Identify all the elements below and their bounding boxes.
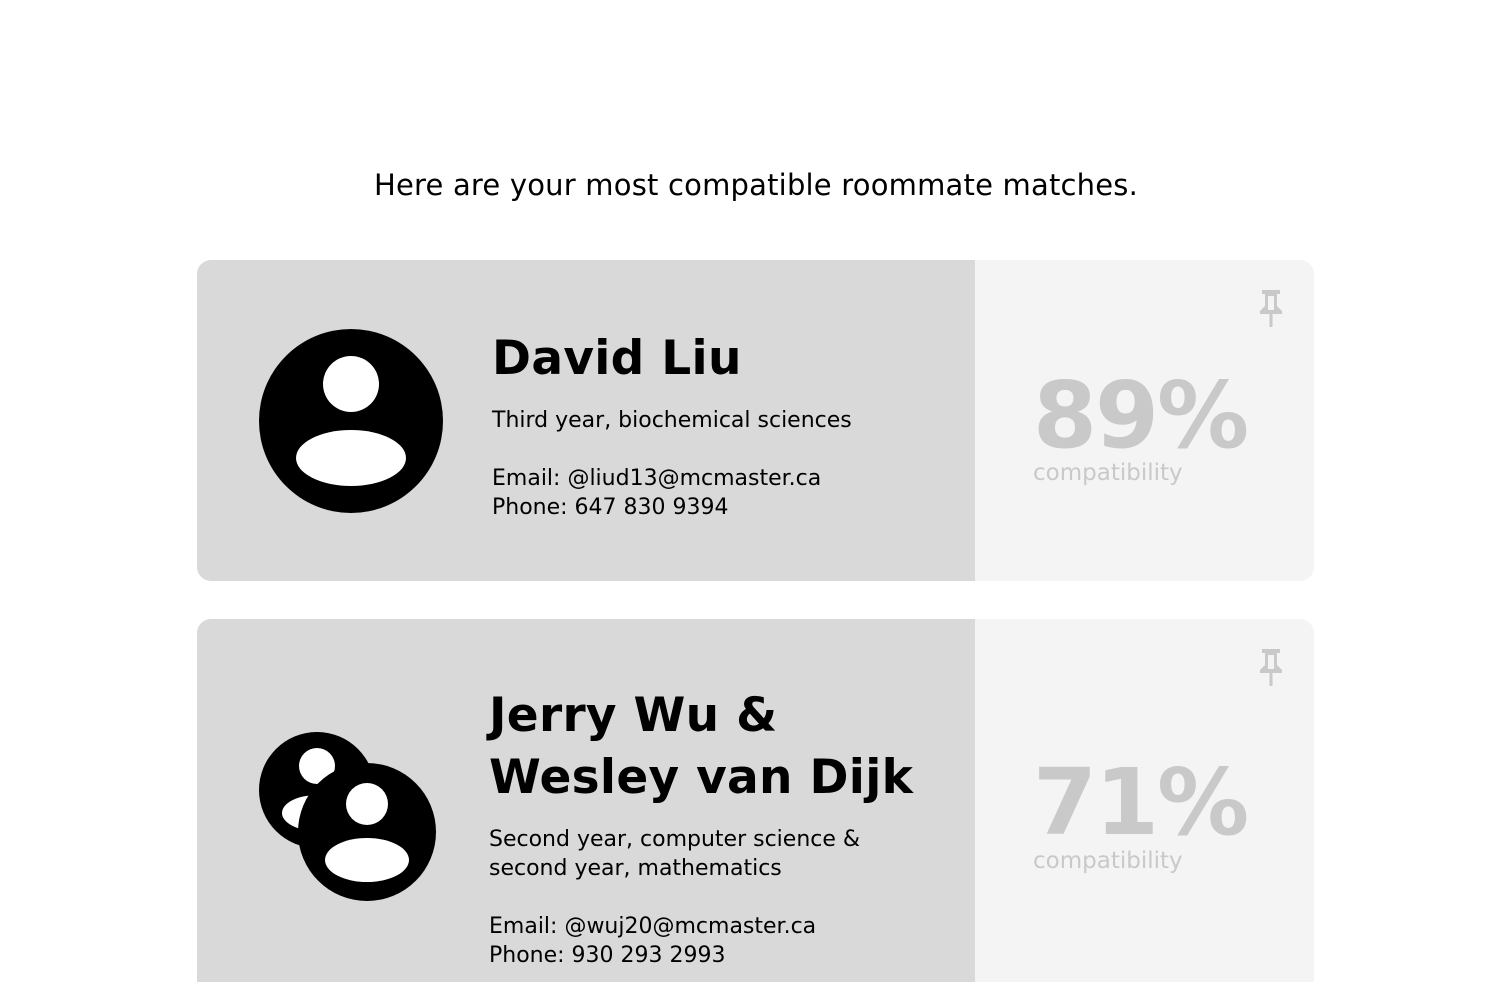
match-email[interactable]: Email: @liud13@mcmaster.ca [492, 464, 852, 493]
match-description-line: second year, mathematics [489, 856, 782, 881]
match-card-score: 71% compatibility [975, 619, 1314, 982]
match-description-line: Second year, computer science & [489, 827, 861, 852]
group-avatar-icon [298, 763, 436, 901]
match-description: Third year, biochemical sciences [492, 408, 852, 433]
match-card-main: David Liu Third year, biochemical scienc… [197, 260, 975, 581]
match-name: Jerry Wu & Wesley van Dijk [489, 685, 913, 809]
match-name-line: Jerry Wu & [489, 688, 778, 743]
pin-icon[interactable] [1258, 647, 1284, 687]
compatibility-percent: 89% [1033, 362, 1249, 469]
match-contact: Email: @liud13@mcmaster.ca Phone: 647 83… [492, 464, 852, 522]
match-email[interactable]: Email: @wuj20@mcmaster.ca [489, 912, 913, 941]
match-contact: Email: @wuj20@mcmaster.ca Phone: 930 293… [489, 912, 913, 970]
match-name-line: Wesley van Dijk [489, 750, 914, 805]
match-card[interactable]: Jerry Wu & Wesley van Dijk Second year, … [197, 619, 1314, 982]
match-phone[interactable]: Phone: 930 293 2993 [489, 941, 913, 970]
compatibility-label: compatibility [1033, 460, 1183, 486]
match-phone[interactable]: Phone: 647 830 9394 [492, 493, 852, 522]
match-info: Jerry Wu & Wesley van Dijk Second year, … [489, 685, 913, 970]
match-card[interactable]: David Liu Third year, biochemical scienc… [197, 260, 1314, 581]
compatibility-percent: 71% [1033, 749, 1249, 856]
match-info: David Liu Third year, biochemical scienc… [492, 328, 852, 522]
matches-page: Here are your most compatible roommate m… [0, 0, 1512, 982]
pin-icon[interactable] [1258, 288, 1284, 328]
match-description: Second year, computer science & second y… [489, 825, 913, 883]
user-avatar-icon [259, 329, 443, 513]
match-name: David Liu [492, 331, 742, 386]
match-card-main: Jerry Wu & Wesley van Dijk Second year, … [197, 619, 975, 982]
compatibility-label: compatibility [1033, 848, 1183, 874]
match-card-score: 89% compatibility [975, 260, 1314, 581]
page-heading: Here are your most compatible roommate m… [373, 168, 1139, 202]
